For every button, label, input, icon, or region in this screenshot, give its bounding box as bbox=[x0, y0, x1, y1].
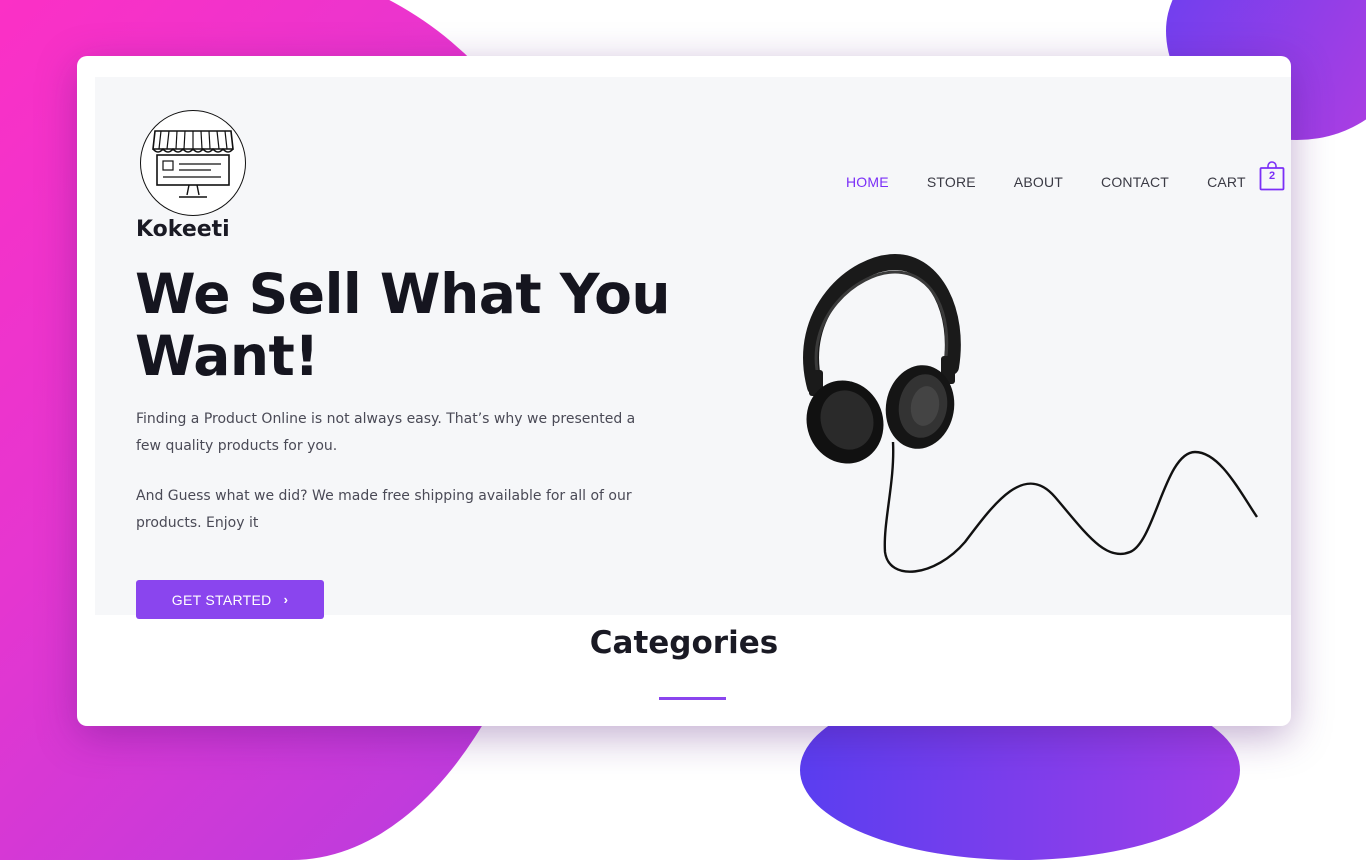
cart-count-badge: 2 bbox=[1268, 170, 1276, 182]
headphones-image bbox=[803, 253, 1258, 573]
nav-home[interactable]: HOME bbox=[846, 174, 889, 190]
brand-name: Kokeeti bbox=[136, 217, 230, 242]
main-navigation: HOME STORE ABOUT CONTACT CART bbox=[846, 170, 1284, 194]
nav-store[interactable]: STORE bbox=[927, 174, 976, 190]
hero-paragraph-1: Finding a Product Online is not always e… bbox=[136, 411, 636, 454]
hero-section: Kokeeti HOME STORE ABOUT CONTACT CART 2 … bbox=[95, 77, 1291, 619]
chevron-right-icon: › bbox=[283, 592, 289, 607]
nav-cart[interactable]: CART bbox=[1207, 174, 1246, 190]
get-started-label: GET STARTED bbox=[171, 591, 272, 608]
nav-about[interactable]: ABOUT bbox=[1014, 174, 1063, 190]
logo[interactable] bbox=[140, 110, 246, 216]
storefront-icon bbox=[152, 130, 234, 198]
categories-underline bbox=[659, 697, 726, 700]
categories-heading: Categories bbox=[589, 625, 779, 661]
hero-paragraph-2: And Guess what we did? We made free ship… bbox=[136, 488, 632, 531]
cart-button[interactable]: 2 bbox=[1259, 161, 1285, 191]
nav-contact[interactable]: CONTACT bbox=[1101, 174, 1169, 190]
get-started-button[interactable]: GET STARTED › bbox=[136, 580, 324, 619]
hero-headline: We Sell What You Want! bbox=[135, 262, 671, 388]
page-window: Kokeeti HOME STORE ABOUT CONTACT CART 2 … bbox=[77, 56, 1291, 726]
